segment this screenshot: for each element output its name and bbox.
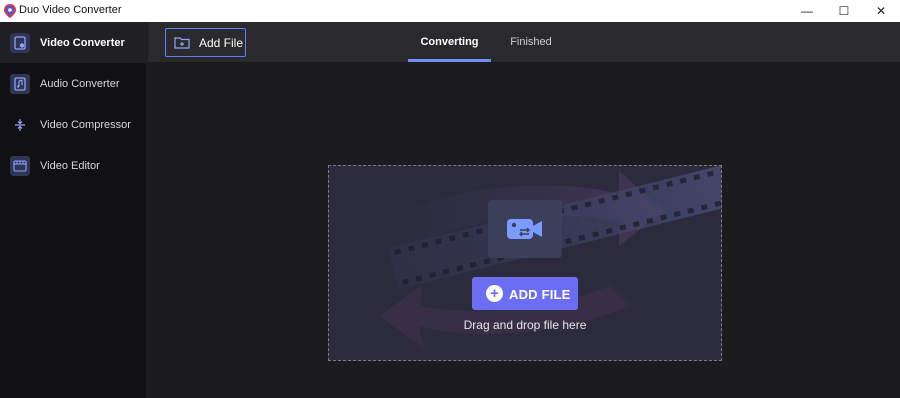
sidebar-item-label: Audio Converter	[40, 77, 120, 90]
video-editor-icon	[10, 155, 30, 176]
audio-converter-icon	[10, 73, 30, 94]
sidebar-item-label: Video Compressor	[40, 118, 131, 131]
sidebar-item-label: Video Editor	[40, 159, 100, 172]
sidebar-item-label: Video Converter	[40, 36, 125, 49]
title-bar: Duo Video Converter — ☐ ✕	[0, 0, 900, 22]
add-file-label: Add File	[199, 36, 244, 50]
app-logo-icon	[4, 4, 16, 18]
file-drop-zone[interactable]: + ADD FILE Drag and drop file here	[328, 165, 722, 361]
close-button[interactable]: ✕	[864, 0, 898, 22]
video-converter-icon	[10, 32, 30, 53]
tab-converting[interactable]: Converting	[408, 22, 491, 62]
video-compressor-icon	[10, 115, 30, 135]
sidebar-item-video-converter[interactable]: Video Converter	[0, 22, 147, 63]
top-toolbar: Add File Converting Finished	[148, 22, 900, 62]
add-file-primary-button[interactable]: + ADD FILE	[472, 277, 578, 310]
folder-plus-icon	[174, 37, 190, 49]
drop-hint-text: Drag and drop file here	[463, 318, 587, 332]
sidebar-item-video-compressor[interactable]: Video Compressor	[0, 104, 147, 145]
add-file-primary-label: ADD FILE	[509, 287, 571, 302]
maximize-button[interactable]: ☐	[827, 0, 861, 22]
tab-finished[interactable]: Finished	[498, 22, 564, 62]
plus-circle-icon: +	[486, 285, 503, 302]
window-title: Duo Video Converter	[19, 4, 122, 16]
video-camera-convert-icon	[488, 200, 562, 258]
sidebar: Video Converter Audio Converter Video Co…	[0, 22, 147, 398]
sidebar-item-video-editor[interactable]: Video Editor	[0, 145, 147, 186]
sidebar-item-audio-converter[interactable]: Audio Converter	[0, 63, 147, 104]
add-file-button[interactable]: Add File	[165, 28, 246, 57]
minimize-button[interactable]: —	[790, 0, 824, 22]
